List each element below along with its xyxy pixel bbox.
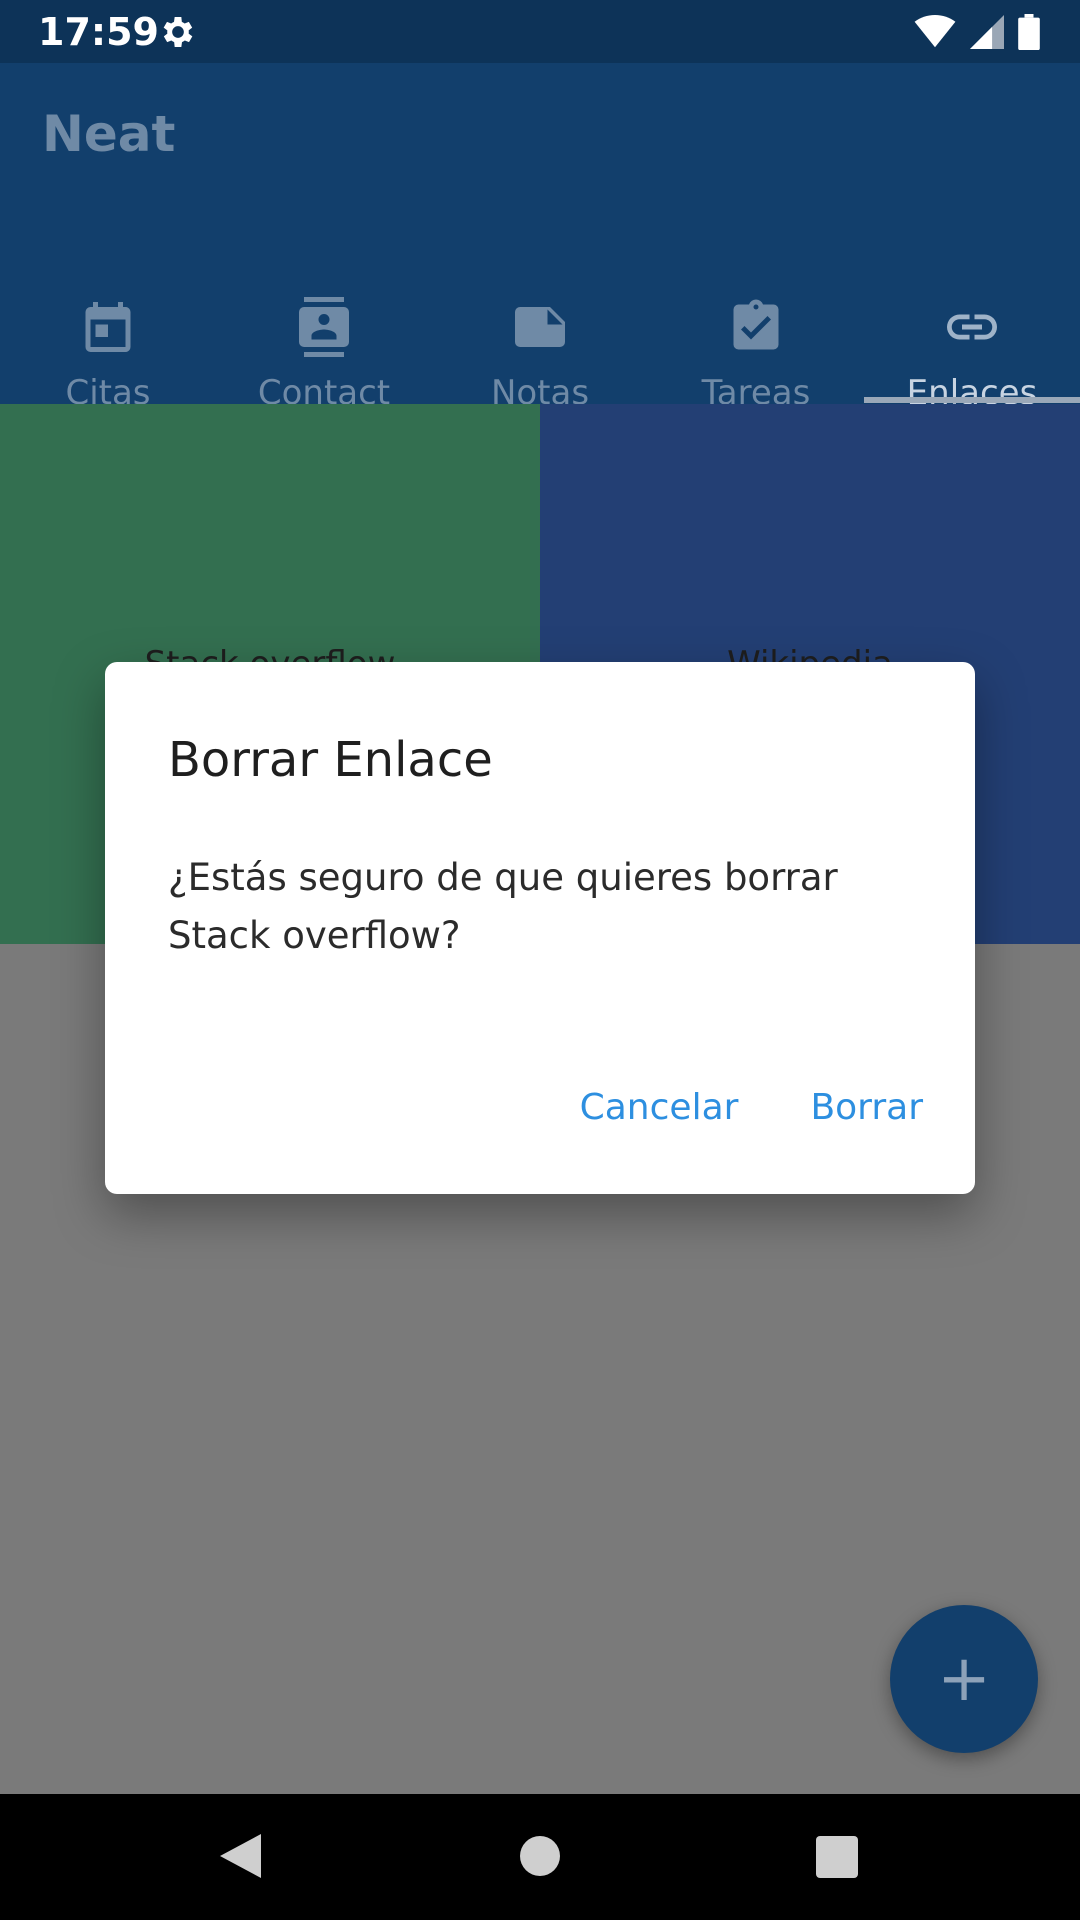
clipboard-check-icon <box>733 299 779 350</box>
dialog-title: Borrar Enlace <box>168 732 493 788</box>
delete-link-dialog: Borrar Enlace ¿Estás seguro de que quier… <box>105 662 975 1194</box>
signal-icon <box>970 15 1004 49</box>
dialog-message: ¿Estás seguro de que quieres borrar Stac… <box>168 856 838 957</box>
status-time: 17:59 <box>38 10 159 54</box>
wifi-icon <box>914 15 956 48</box>
status-bar: 17:59 <box>0 0 1080 63</box>
gear-icon <box>163 17 193 47</box>
plus-icon: + <box>937 1642 991 1716</box>
home-icon[interactable] <box>520 1836 560 1876</box>
tab-bar: Citas Contact Notas Tareas Enlaces <box>0 227 1080 413</box>
note-icon <box>515 307 565 347</box>
calendar-icon <box>85 302 131 352</box>
recents-icon[interactable] <box>816 1836 858 1878</box>
app-title: Neat <box>42 105 176 163</box>
tab-tareas[interactable]: Tareas <box>648 227 864 413</box>
battery-icon <box>1018 14 1040 50</box>
delete-button[interactable]: Borrar <box>810 1087 923 1128</box>
link-icon <box>947 314 997 340</box>
contact-card-icon <box>299 297 349 357</box>
tab-enlaces[interactable]: Enlaces <box>864 227 1080 413</box>
status-icons <box>914 12 1040 52</box>
cancel-button[interactable]: Cancelar <box>580 1087 739 1128</box>
tab-indicator <box>864 397 1080 403</box>
dialog-actions: Cancelar Borrar <box>580 1087 923 1128</box>
navigation-bar <box>0 1794 1080 1920</box>
back-icon[interactable] <box>217 1832 263 1880</box>
tab-notas[interactable]: Notas <box>432 227 648 413</box>
app-bar: Neat Citas Contact Notas Tareas Enlaces <box>0 63 1080 413</box>
tab-contactos[interactable]: Contact <box>216 227 432 413</box>
tab-citas[interactable]: Citas <box>0 227 216 413</box>
add-link-button[interactable]: + <box>890 1605 1038 1753</box>
